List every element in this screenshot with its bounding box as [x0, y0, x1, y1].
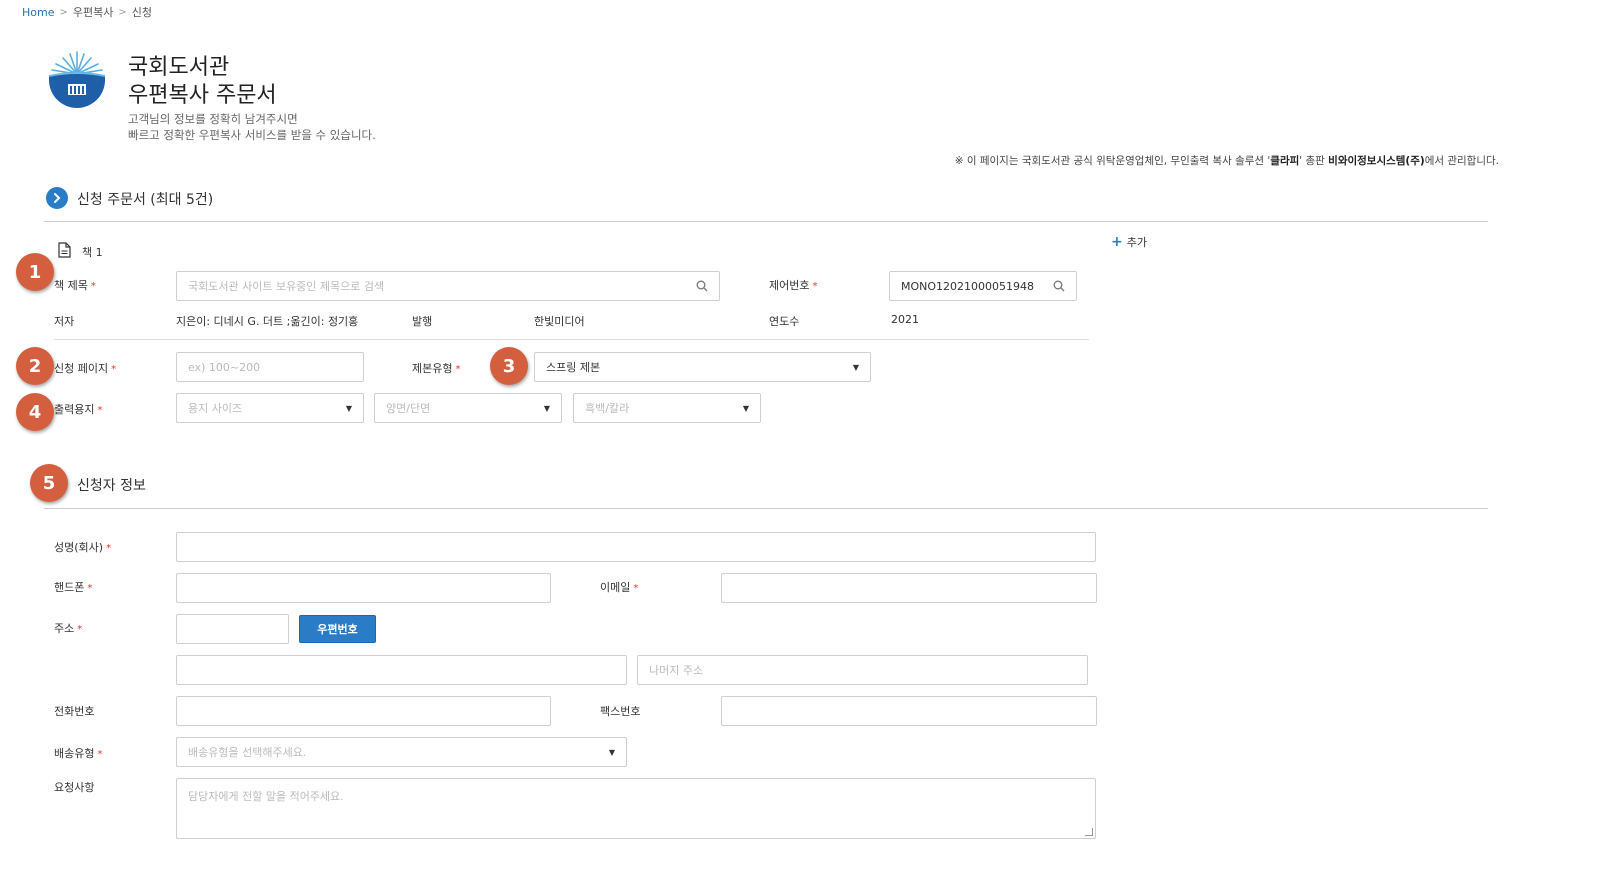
- email-input[interactable]: [721, 573, 1097, 603]
- book-title-label: 책 제목 *: [54, 279, 96, 292]
- delivery-type-select[interactable]: 배송유형을 선택해주세요. ▼: [176, 737, 627, 767]
- placeholder-text: 양면/단면: [386, 402, 431, 415]
- book-title-search-input[interactable]: 국회도서관 사이트 보유중인 제목으로 검색: [176, 271, 720, 301]
- fax-label: 팩스번호: [600, 705, 641, 718]
- publisher-label: 발행: [412, 315, 433, 328]
- description-line: 빠르고 정확한 우편복사 서비스를 받을 수 있습니다.: [128, 128, 376, 142]
- binding-label: 제본유형 *: [412, 362, 461, 375]
- step-marker-1: 1: [16, 253, 54, 291]
- breadcrumb: Home > 우편복사 > 신청: [22, 4, 152, 20]
- notice-text: 에서 관리합니다.: [1424, 155, 1499, 167]
- search-icon[interactable]: [696, 280, 708, 292]
- breadcrumb-item-apply: 신청: [131, 6, 152, 19]
- address-label: 주소 *: [54, 622, 83, 635]
- plus-icon: +: [1111, 234, 1123, 250]
- placeholder-text: 흑백/칼라: [585, 402, 630, 415]
- page-title: 우편복사 주문서: [128, 83, 277, 108]
- address-detail-input[interactable]: 나머지 주소: [637, 655, 1088, 685]
- address-input[interactable]: [176, 655, 627, 685]
- notice-brand: 클라피: [1270, 155, 1300, 167]
- control-number-value: MONO12021000051948: [901, 279, 1035, 293]
- postcode-input[interactable]: [176, 614, 289, 644]
- delivery-type-label: 배송유형 *: [54, 747, 103, 760]
- library-name: 국회도서관: [128, 55, 230, 80]
- order-section-title: 신청 주문서 (최대 5건): [77, 192, 214, 208]
- resize-handle-icon[interactable]: [1085, 828, 1093, 836]
- chevron-down-icon: ▼: [345, 403, 352, 413]
- breadcrumb-home-link[interactable]: Home: [22, 6, 54, 19]
- chevron-down-icon: ▼: [543, 403, 550, 413]
- chevron-right-icon: [46, 187, 68, 209]
- notice-text: ' 총판: [1299, 155, 1329, 167]
- print-color-select[interactable]: 흑백/칼라 ▼: [573, 393, 761, 423]
- control-number-input[interactable]: MONO12021000051948: [889, 271, 1077, 301]
- placeholder-text: 배송유형을 선택해주세요.: [188, 746, 307, 759]
- breadcrumb-separator: >: [118, 6, 127, 18]
- pages-input[interactable]: ex) 100~200: [176, 352, 364, 382]
- step-marker-5: 5: [30, 464, 68, 502]
- search-icon[interactable]: [1053, 280, 1065, 292]
- chevron-down-icon: ▼: [608, 747, 615, 757]
- step-marker-4: 4: [16, 393, 54, 431]
- breadcrumb-item-copy-service[interactable]: 우편복사: [73, 4, 113, 20]
- binding-value: 스프링 제본: [546, 361, 601, 374]
- name-input[interactable]: [176, 532, 1096, 562]
- placeholder-text: 용지 사이즈: [188, 402, 243, 415]
- year-value: 2021: [891, 313, 919, 326]
- mobile-input[interactable]: [176, 573, 551, 603]
- description-line: 고객님의 정보를 정확히 남겨주시면: [128, 112, 298, 126]
- library-logo-icon: [48, 51, 106, 108]
- book-label: 책 1: [82, 246, 103, 259]
- postcode-search-button[interactable]: 우편번호: [299, 615, 376, 643]
- author-label: 저자: [54, 315, 75, 328]
- year-label: 연도수: [769, 315, 800, 328]
- section-divider: [44, 508, 1488, 509]
- step-marker-3: 3: [490, 347, 528, 385]
- control-number-label: 제어번호 *: [769, 279, 818, 292]
- tel-input[interactable]: [176, 696, 551, 726]
- placeholder-text: 담당자에게 전할 말을 적어주세요.: [188, 790, 344, 803]
- request-label: 요청사항: [54, 781, 95, 794]
- publisher-value: 한빛미디어: [534, 315, 585, 328]
- mobile-label: 핸드폰 *: [54, 581, 93, 594]
- author-value: 지은이: 디네시 G. 더트 ;옮긴이: 정기홍: [176, 315, 359, 328]
- section-divider: [44, 221, 1488, 222]
- applicant-section-title: 신청자 정보: [77, 478, 146, 494]
- request-textarea[interactable]: 담당자에게 전할 말을 적어주세요.: [176, 778, 1096, 839]
- page-description: 고객님의 정보를 정확히 남겨주시면 빠르고 정확한 우편복사 서비스를 받을 …: [128, 111, 376, 143]
- tel-label: 전화번호: [54, 705, 95, 718]
- management-notice: ※ 이 페이지는 국회도서관 공식 위탁운영업체인, 무인출력 복사 솔루션 '…: [955, 153, 1499, 168]
- add-label: 추가: [1126, 236, 1147, 249]
- chevron-down-icon: ▼: [852, 362, 859, 372]
- chevron-down-icon: ▼: [742, 403, 749, 413]
- notice-company: 비와이정보시스템(주): [1328, 155, 1425, 167]
- add-book-button[interactable]: + 추가: [1111, 234, 1147, 250]
- paper-label: 출력용지 *: [54, 403, 103, 416]
- fax-input[interactable]: [721, 696, 1097, 726]
- placeholder-text: ex) 100~200: [188, 360, 261, 374]
- print-sides-select[interactable]: 양면/단면 ▼: [374, 393, 562, 423]
- binding-select[interactable]: 스프링 제본 ▼: [534, 352, 871, 382]
- placeholder-text: 나머지 주소: [649, 664, 704, 677]
- name-label: 성명(회사) *: [54, 541, 112, 554]
- row-divider: [54, 339, 1089, 340]
- step-marker-2: 2: [16, 347, 54, 385]
- pages-label: 신청 페이지 *: [54, 362, 117, 375]
- document-icon: [58, 242, 71, 258]
- placeholder-text: 국회도서관 사이트 보유중인 제목으로 검색: [188, 280, 385, 293]
- paper-size-select[interactable]: 용지 사이즈 ▼: [176, 393, 364, 423]
- breadcrumb-separator: >: [59, 6, 68, 18]
- notice-text: ※ 이 페이지는 국회도서관 공식 위탁운영업체인, 무인출력 복사 솔루션 ': [954, 155, 1271, 167]
- email-label: 이메일 *: [600, 581, 639, 594]
